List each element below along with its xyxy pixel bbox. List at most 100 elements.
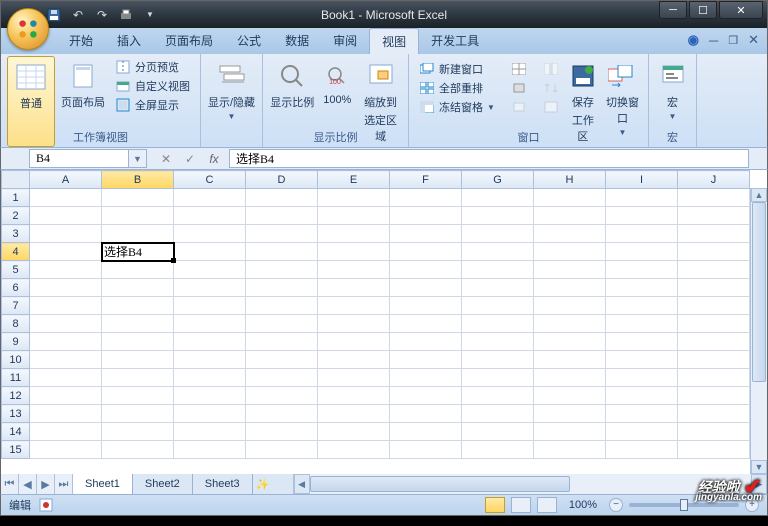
cell[interactable] <box>30 297 102 315</box>
cell[interactable] <box>462 441 534 459</box>
cell[interactable] <box>246 333 318 351</box>
cell[interactable] <box>534 243 606 261</box>
cell[interactable] <box>318 405 390 423</box>
sheet-tab[interactable]: Sheet3 <box>193 474 253 494</box>
tab-视图[interactable]: 视图 <box>369 28 419 54</box>
cell[interactable] <box>318 297 390 315</box>
cell[interactable] <box>318 441 390 459</box>
cell[interactable] <box>30 441 102 459</box>
redo-icon[interactable]: ↷ <box>93 6 111 24</box>
close-button[interactable]: ✕ <box>719 1 763 19</box>
cell[interactable] <box>534 423 606 441</box>
zoom-slider[interactable] <box>629 503 739 507</box>
sync-scroll-button[interactable] <box>539 79 563 97</box>
cell[interactable] <box>678 315 750 333</box>
restore-window-icon[interactable]: ❐ <box>728 34 738 47</box>
sheet-nav-last-icon[interactable]: ⏭ <box>55 474 73 494</box>
cell[interactable] <box>318 351 390 369</box>
cell[interactable] <box>174 405 246 423</box>
cell[interactable] <box>246 225 318 243</box>
cell[interactable] <box>390 351 462 369</box>
cell[interactable] <box>534 405 606 423</box>
cell[interactable] <box>606 333 678 351</box>
cell[interactable] <box>174 243 246 261</box>
tab-页面布局[interactable]: 页面布局 <box>153 28 225 54</box>
vertical-scrollbar[interactable]: ▲ ▼ <box>750 188 767 474</box>
cancel-formula-icon[interactable]: ✕ <box>157 152 175 166</box>
cell[interactable] <box>102 297 174 315</box>
cell[interactable] <box>606 351 678 369</box>
row-header[interactable]: 15 <box>2 441 30 459</box>
cell[interactable] <box>318 189 390 207</box>
cell[interactable] <box>318 333 390 351</box>
cell[interactable] <box>462 387 534 405</box>
unhide-button[interactable] <box>507 98 531 116</box>
arrange-all-button[interactable]: 全部重排 <box>415 79 499 97</box>
cell[interactable] <box>606 207 678 225</box>
cell[interactable] <box>678 225 750 243</box>
cell[interactable] <box>606 441 678 459</box>
cell[interactable] <box>318 369 390 387</box>
hide-button[interactable] <box>507 79 531 97</box>
cell[interactable] <box>462 225 534 243</box>
cell[interactable] <box>174 261 246 279</box>
help-icon[interactable]: ◉ <box>688 32 699 48</box>
column-header[interactable]: B <box>102 171 174 189</box>
freeze-panes-button[interactable]: 冻结窗格 ▼ <box>415 98 499 116</box>
cell[interactable] <box>174 315 246 333</box>
cell[interactable] <box>102 225 174 243</box>
cell[interactable] <box>174 207 246 225</box>
cell[interactable] <box>30 369 102 387</box>
cell[interactable]: 选择B4 <box>102 243 174 261</box>
cell[interactable] <box>606 261 678 279</box>
cell[interactable] <box>678 423 750 441</box>
cell[interactable] <box>606 315 678 333</box>
cell[interactable] <box>102 405 174 423</box>
zoom-level[interactable]: 100% <box>569 499 597 511</box>
cell[interactable] <box>678 387 750 405</box>
cell[interactable] <box>678 279 750 297</box>
cell[interactable] <box>606 189 678 207</box>
macro-record-icon[interactable] <box>39 498 53 512</box>
cell[interactable] <box>390 333 462 351</box>
sheet-nav-next-icon[interactable]: ▶ <box>37 474 55 494</box>
cell[interactable] <box>606 279 678 297</box>
cell[interactable] <box>678 261 750 279</box>
cell[interactable] <box>678 369 750 387</box>
cell[interactable] <box>246 387 318 405</box>
horizontal-scrollbar[interactable]: ◀ ▶ <box>293 474 767 494</box>
page-break-status-button[interactable] <box>537 497 557 513</box>
print-icon[interactable] <box>117 6 135 24</box>
cell[interactable] <box>174 351 246 369</box>
cell[interactable] <box>390 297 462 315</box>
row-header[interactable]: 5 <box>2 261 30 279</box>
cell[interactable] <box>30 423 102 441</box>
row-header[interactable]: 14 <box>2 423 30 441</box>
cell[interactable] <box>462 297 534 315</box>
cell[interactable] <box>534 189 606 207</box>
sheet-tab[interactable]: Sheet1 <box>73 474 133 494</box>
cell[interactable] <box>678 333 750 351</box>
tab-公式[interactable]: 公式 <box>225 28 273 54</box>
cell[interactable] <box>390 207 462 225</box>
cell[interactable] <box>246 279 318 297</box>
column-header[interactable]: G <box>462 171 534 189</box>
cell[interactable] <box>30 351 102 369</box>
tab-开发工具[interactable]: 开发工具 <box>419 28 491 54</box>
cell[interactable] <box>462 405 534 423</box>
fx-icon[interactable]: fx <box>205 152 223 166</box>
cell[interactable] <box>30 387 102 405</box>
split-button[interactable] <box>507 60 531 78</box>
cell[interactable] <box>246 405 318 423</box>
cell[interactable] <box>462 351 534 369</box>
cell[interactable] <box>102 441 174 459</box>
cell[interactable] <box>462 189 534 207</box>
cell[interactable] <box>462 207 534 225</box>
cell[interactable] <box>102 279 174 297</box>
row-header[interactable]: 10 <box>2 351 30 369</box>
cell[interactable] <box>174 369 246 387</box>
close-workbook-icon[interactable]: ✕ <box>748 32 759 48</box>
row-header[interactable]: 13 <box>2 405 30 423</box>
cell[interactable] <box>390 261 462 279</box>
cell[interactable] <box>534 351 606 369</box>
